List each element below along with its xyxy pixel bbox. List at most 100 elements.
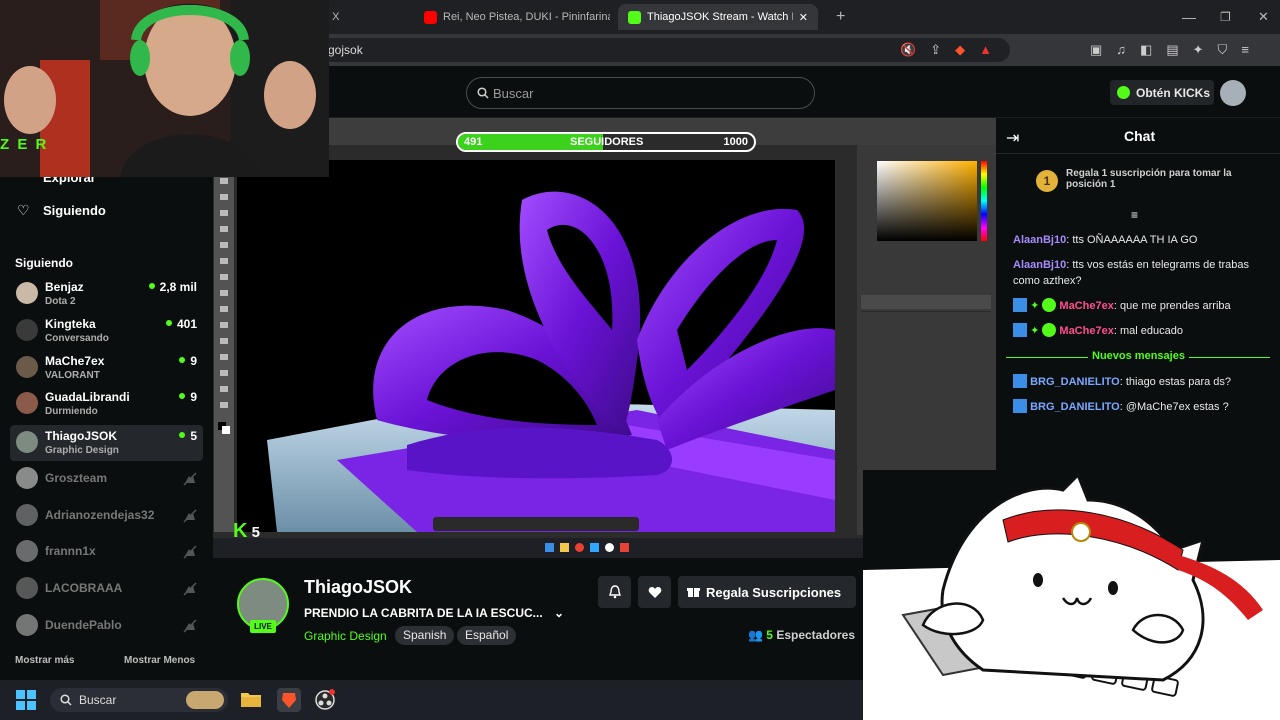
- close-window-icon[interactable]: ✕: [1248, 4, 1279, 30]
- kick-overlay-counter: K 5: [233, 520, 260, 543]
- channel-category: Durmiendo: [45, 406, 98, 417]
- windows-start-icon[interactable]: [16, 690, 36, 710]
- mute-icon[interactable]: 🔇: [900, 42, 916, 58]
- chat-username[interactable]: AlaanBj10: [1013, 234, 1066, 246]
- gift-icon: [687, 588, 700, 597]
- chat-message: AlaanBj10: tts vos estás en telegrams de…: [1013, 259, 1250, 287]
- chat-text: que me prendes arriba: [1119, 300, 1231, 312]
- sidebar-channel-adrianozendejas32[interactable]: Adrianozendejas32: [10, 498, 203, 534]
- vpn-icon[interactable]: ⛉: [1218, 42, 1228, 58]
- sidebar-channel-guadalibrandi[interactable]: GuadaLibrandi Durmiendo 9: [10, 386, 203, 422]
- viewer-count: 9: [179, 354, 197, 368]
- sidebar-channel-frannn1x[interactable]: frannn1x: [10, 534, 203, 570]
- sidebar-channel-lacobraaa[interactable]: LACOBRAAA: [10, 571, 203, 607]
- badge-icon: [1013, 399, 1027, 413]
- new-tab-button[interactable]: +: [826, 4, 855, 30]
- viewers-label: Espectadores: [776, 628, 856, 642]
- chat-username[interactable]: BRG_DANIELITO: [1030, 376, 1120, 388]
- user-avatar[interactable]: [1220, 80, 1246, 106]
- sidebar-channel-duendepablo[interactable]: DuendePablo: [10, 608, 203, 644]
- verified-icon: [1042, 298, 1057, 312]
- menu-icon[interactable]: ≡: [1241, 42, 1249, 58]
- sidebar-channel-mache7ex[interactable]: MaChe7ex VALORANT 9: [10, 350, 203, 386]
- new-messages-divider: Nuevos mensajes: [1006, 349, 1270, 365]
- browser-tab-youtube[interactable]: Rei, Neo Pistea, DUKI - Pininfarina (Re: [414, 4, 610, 30]
- gift-subs-button[interactable]: Regala Suscripciones: [678, 576, 856, 608]
- viewer-count: 401: [166, 317, 197, 331]
- wallet-icon[interactable]: ▤: [1166, 42, 1178, 58]
- channel-name: LACOBRAAA: [45, 581, 123, 595]
- offline-icon: [183, 509, 197, 523]
- reader-icon[interactable]: ▣: [1090, 42, 1102, 58]
- tag-espanol[interactable]: Español: [457, 626, 517, 645]
- sidebar-following-link[interactable]: Siguiendo: [43, 203, 106, 218]
- search-input[interactable]: Buscar: [466, 77, 815, 109]
- avatar: [16, 392, 38, 414]
- chat-title: Chat: [1124, 128, 1156, 144]
- channel-name: Benjaz: [45, 280, 84, 294]
- stream-title-text: PRENDIO LA CABRITA DE LA IA ESCUC...: [304, 606, 543, 620]
- heart-icon: ♡: [17, 202, 30, 218]
- avatar: [16, 540, 38, 562]
- show-less-button[interactable]: Mostrar Menos: [124, 655, 195, 666]
- close-tab-icon[interactable]: ✕: [799, 11, 808, 24]
- chat-username[interactable]: MaChe7ex: [1059, 300, 1113, 312]
- pinned-gift-prompt[interactable]: 1 Regala 1 suscripción para tomar la pos…: [1036, 168, 1236, 192]
- sidebar-channel-benjaz[interactable]: Benjaz Dota 2 2,8 mil: [10, 276, 203, 312]
- tool-icons: [218, 178, 230, 434]
- minimize-icon[interactable]: —: [1172, 4, 1206, 30]
- obs-taskbar-icon[interactable]: [314, 689, 336, 711]
- notification-button[interactable]: [598, 576, 631, 608]
- browser-tab-kick[interactable]: ThiagoJSOK Stream - Watch I ✕: [618, 4, 818, 30]
- show-more-button[interactable]: Mostrar más: [15, 655, 74, 666]
- collapse-chat-icon[interactable]: ⇥: [1006, 128, 1019, 148]
- sidebar-channel-groszteam[interactable]: Groszteam: [10, 461, 203, 497]
- avatar: [16, 504, 38, 526]
- channel-name: Groszteam: [45, 471, 108, 485]
- follow-button[interactable]: [638, 576, 671, 608]
- channel-name: Kingteka: [45, 317, 96, 331]
- url-text: gojsok: [328, 43, 363, 57]
- viewer-count: 5: [179, 429, 197, 443]
- stream-category-link[interactable]: Graphic Design: [304, 629, 387, 643]
- leo-ai-icon[interactable]: ✦: [1193, 42, 1204, 58]
- chevron-down-icon[interactable]: ⌄: [554, 606, 564, 620]
- layer-row: [861, 295, 991, 309]
- sidebar-channel-kingteka[interactable]: Kingteka Conversando 401: [10, 313, 203, 349]
- tag-spanish[interactable]: Spanish: [395, 626, 455, 645]
- channel-name: GuadaLibrandi: [45, 390, 130, 404]
- browser-tab-x[interactable]: / X: [316, 4, 408, 30]
- sidebar-channel-thiagojsok[interactable]: ThiagoJSOK Graphic Design 5: [10, 425, 203, 461]
- color-picker: [877, 161, 977, 241]
- avatar: [16, 282, 38, 304]
- get-kicks-label: Obtén KICKs: [1136, 85, 1211, 100]
- new-messages-label: Nuevos mensajes: [1088, 350, 1189, 362]
- pinned-expand-icon[interactable]: ≡: [1131, 208, 1138, 222]
- chat-username[interactable]: BRG_DANIELITO: [1030, 401, 1120, 413]
- music-icon[interactable]: ♫: [1116, 42, 1126, 58]
- rank-badge: 1: [1036, 170, 1058, 192]
- chat-text: thiago estas para ds?: [1125, 376, 1232, 388]
- offline-icon: [183, 582, 197, 596]
- get-kicks-button[interactable]: Obtén KICKs: [1110, 80, 1214, 105]
- viewer-count-display: 👥 5 Espectadores: [748, 628, 855, 642]
- share-icon[interactable]: ⇪: [930, 42, 941, 58]
- offline-icon: [183, 545, 197, 559]
- verified-icon: [1042, 323, 1057, 337]
- streamer-name[interactable]: ThiagoJSOK: [304, 577, 412, 598]
- taskbar-search-input[interactable]: Buscar: [50, 688, 228, 712]
- goal-label: SEGUIDORES: [570, 136, 644, 148]
- sparkle-icon: ✦: [1030, 300, 1040, 312]
- brave-taskbar-icon[interactable]: [277, 688, 301, 712]
- chat-username[interactable]: MaChe7ex: [1059, 325, 1113, 337]
- chat-username[interactable]: AlaanBj10: [1013, 259, 1066, 271]
- chat-message: ✦ MaChe7ex: que me prendes arriba: [1013, 298, 1275, 314]
- brave-rewards-icon[interactable]: ▲: [979, 42, 992, 58]
- sidebar-toggle-icon[interactable]: ◧: [1140, 42, 1152, 58]
- search-icon: [60, 694, 72, 706]
- brave-shield-icon[interactable]: ◆: [955, 42, 965, 58]
- file-explorer-icon[interactable]: [240, 689, 262, 709]
- maximize-icon[interactable]: ❐: [1210, 4, 1241, 30]
- avatar: [16, 467, 38, 489]
- follower-goal-bar: 491 SEGUIDORES 1000: [456, 132, 756, 152]
